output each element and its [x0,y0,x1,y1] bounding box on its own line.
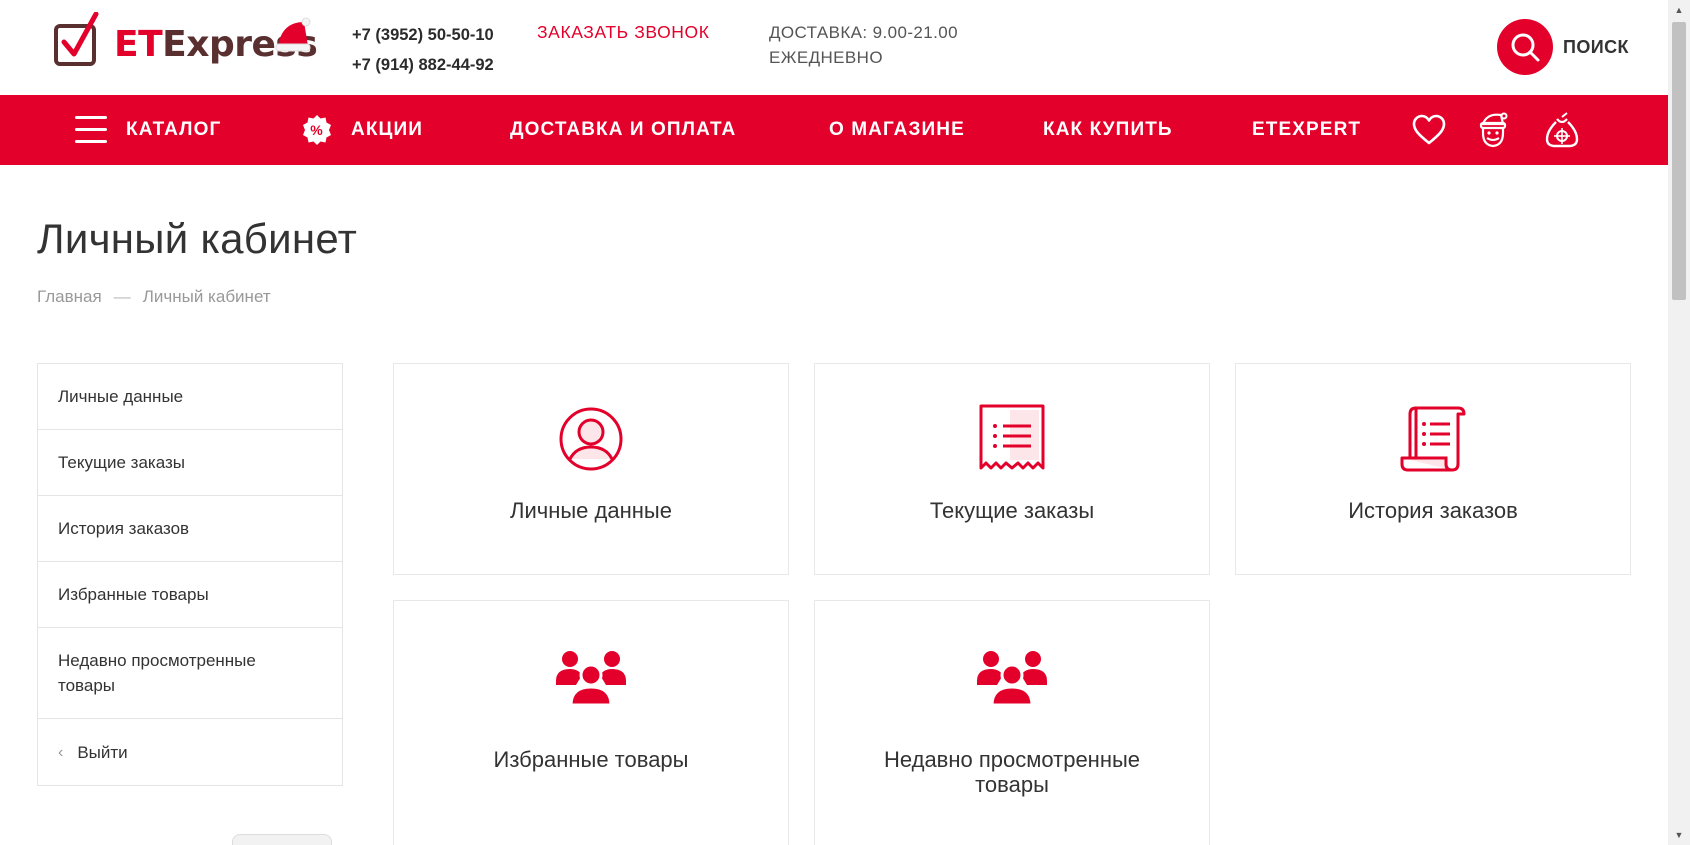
santa-hat-icon [275,17,311,52]
users-group-icon [556,651,626,707]
chevron-left-icon: ‹ [58,743,64,761]
breadcrumb-current: Личный кабинет [142,287,271,306]
card-label: Текущие заказы [929,498,1095,523]
nav-item-etexpert[interactable]: ETEXPERT [1252,95,1361,165]
sidebar-item-personal-data[interactable]: Личные данные [38,364,342,430]
scroll-list-icon [1400,406,1466,472]
search-label: ПОИСК [1563,36,1629,57]
delivery-days-line: ЕЖЕДНЕВНО [769,48,883,67]
nav-item-delivery[interactable]: ДОСТАВКА И ОПЛАТА [510,95,736,165]
card-label: Избранные товары [493,747,689,772]
page-title: Личный кабинет [37,215,358,262]
breadcrumb: Главная — Личный кабинет [37,287,271,307]
sidebar-item-current-orders[interactable]: Текущие заказы [38,430,342,496]
phone-primary[interactable]: +7 (3952) 50-50-10 [352,20,494,50]
sidebar-item-favorites[interactable]: Избранные товары [38,562,342,628]
main-nav: КАТАЛОГ % АКЦИИ ДОСТАВКА И ОПЛАТА О МАГА… [0,95,1668,165]
scroll-down-icon[interactable]: ▼ [1668,825,1690,845]
site-logo[interactable]: ETExpress [52,10,318,70]
card-current-orders[interactable]: Текущие заказы [814,363,1210,575]
card-order-history[interactable]: История заказов [1235,363,1631,575]
scroll-up-icon[interactable]: ▲ [1668,0,1690,20]
search-button[interactable]: ПОИСК [1497,19,1629,75]
sidebar-item-label: История заказов [58,519,190,538]
card-personal-data[interactable]: Личные данные [393,363,789,575]
card-recently-viewed[interactable]: Недавно просмотренные товары [814,600,1210,845]
nav-item-label: О МАГАЗИНЕ [829,119,965,140]
heart-icon[interactable] [1409,110,1449,150]
receipt-icon [979,404,1045,470]
santa-user-icon[interactable] [1473,110,1513,150]
search-icon [1497,19,1553,75]
sidebar-item-recently-viewed[interactable]: Недавно просмотренные товары [38,628,342,719]
sidebar-item-label: Выйти [77,742,128,762]
nav-item-sales[interactable]: % АКЦИИ [301,95,423,165]
breadcrumb-separator: — [113,287,131,306]
page-scrollbar[interactable]: ▲ ▼ [1668,0,1690,845]
card-label: История заказов [1348,498,1518,523]
sidebar-item-label: Текущие заказы [58,453,186,472]
delivery-hours-line: ДОСТАВКА: 9.00-21.00 [769,23,958,42]
user-circle-icon [559,407,623,471]
card-label: Личные данные [510,498,672,523]
logo-checkbox-icon [54,12,99,66]
account-sidebar: Личные данные Текущие заказы История зак… [37,363,343,786]
hamburger-icon [75,116,107,143]
breadcrumb-home[interactable]: Главная [37,287,102,307]
sidebar-item-order-history[interactable]: История заказов [38,496,342,562]
sidebar-item-label: Избранные товары [58,585,209,604]
percent-badge-icon: % [303,115,331,145]
callback-link[interactable]: ЗАКАЗАТЬ ЗВОНОК [537,22,710,43]
nav-item-label: ETEXPERT [1252,119,1362,140]
sidebar-item-label: Личные данные [58,387,184,406]
nav-item-catalog[interactable]: КАТАЛОГ [75,95,221,165]
nav-item-label: АКЦИИ [351,119,424,140]
chat-widget-tab[interactable] [232,834,332,845]
site-header: ETExpress +7 (3952) 50-50-10 +7 (914) 88… [0,0,1668,95]
nav-item-label: КАК КУПИТЬ [1043,119,1173,140]
phone-list: +7 (3952) 50-50-10 +7 (914) 882-44-92 [352,20,494,80]
svg-text:%: % [310,122,324,138]
sidebar-item-label: Недавно просмотренные товары [58,651,256,695]
nav-item-label: ДОСТАВКА И ОПЛАТА [510,119,737,140]
sidebar-item-logout[interactable]: ‹ Выйти [38,719,342,785]
delivery-hours: ДОСТАВКА: 9.00-21.00 ЕЖЕДНЕВНО [769,20,958,70]
card-favorites[interactable]: Избранные товары [393,600,789,845]
card-label: Недавно просмотренные товары [883,747,1141,797]
users-group-icon [977,651,1047,707]
phone-secondary[interactable]: +7 (914) 882-44-92 [352,50,494,80]
gift-bag-icon[interactable] [1542,110,1582,150]
scrollbar-thumb[interactable] [1672,22,1686,300]
nav-item-about[interactable]: О МАГАЗИНЕ [829,95,965,165]
nav-item-label: КАТАЛОГ [126,119,222,140]
nav-item-how-to-buy[interactable]: КАК КУПИТЬ [1043,95,1173,165]
